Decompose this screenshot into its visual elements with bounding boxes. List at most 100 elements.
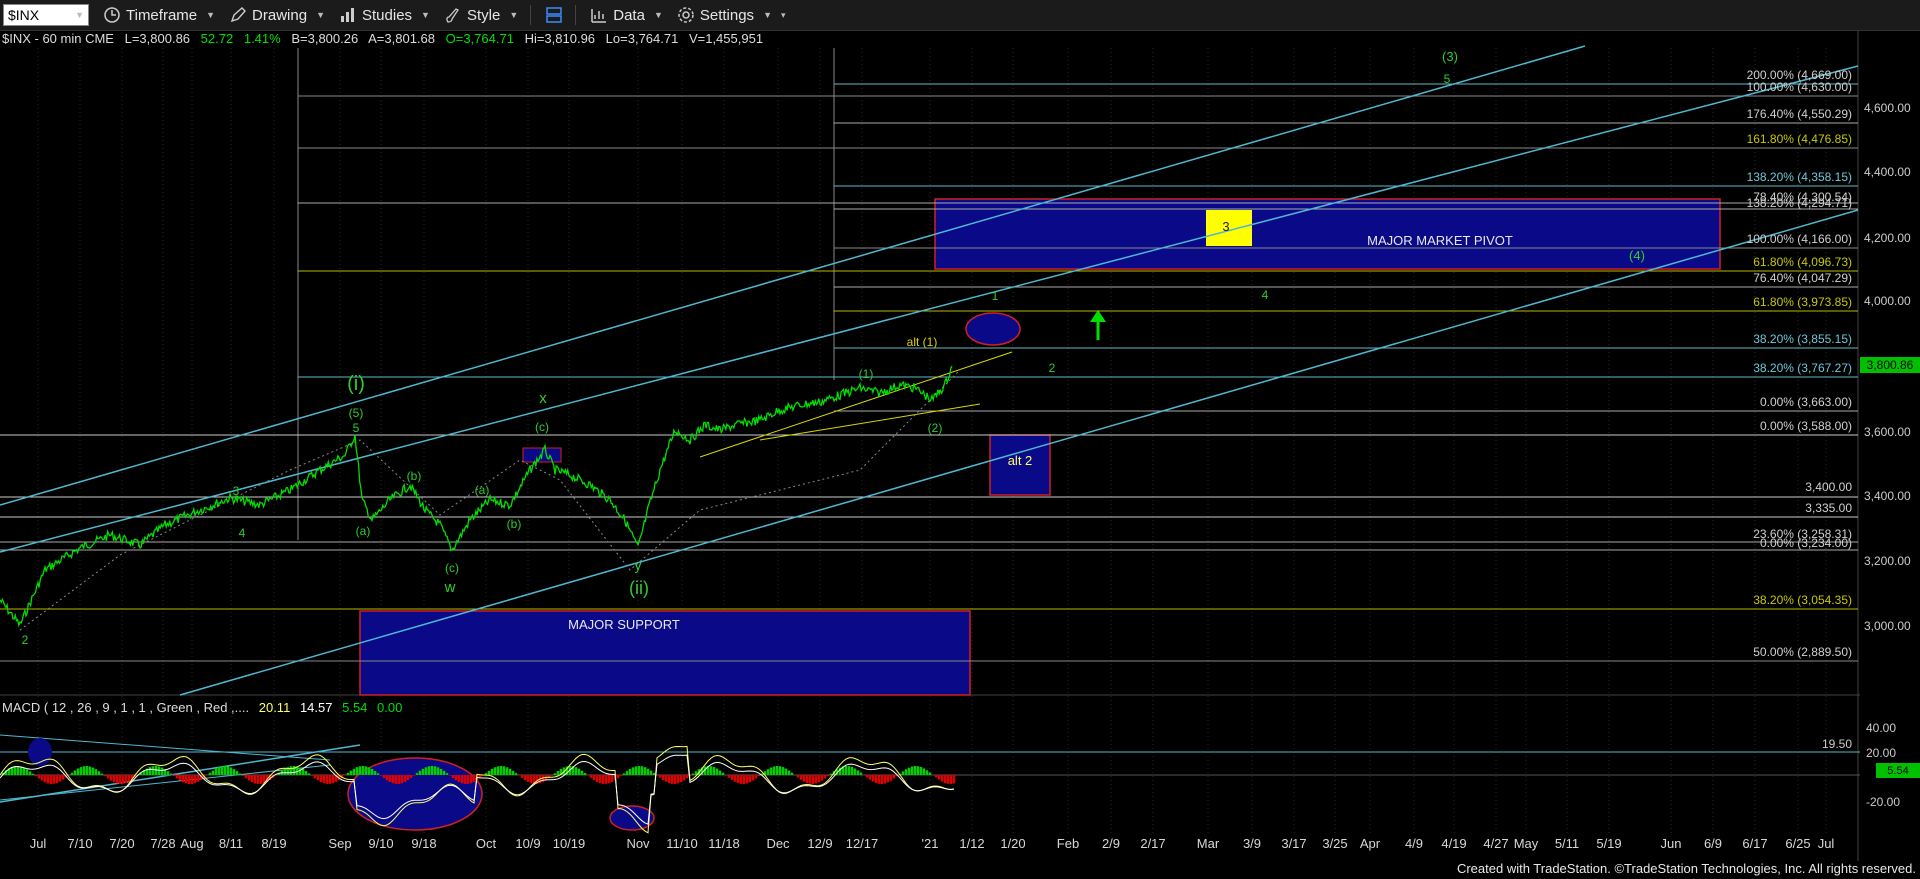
wave-label: 4 — [239, 526, 246, 540]
date-axis-label: '21 — [922, 836, 939, 851]
toolbar-divider — [530, 5, 532, 25]
date-axis-label: 12/17 — [846, 836, 879, 851]
data-menu[interactable]: Data ▼ — [590, 6, 663, 24]
date-axis-label: 1/20 — [1000, 836, 1025, 851]
drawing-menu[interactable]: Drawing ▼ — [229, 6, 325, 24]
chart-canvas[interactable]: 200.00% (4,669.00) 100.00% (4,630.00) 17… — [0, 0, 1920, 879]
info-change: 52.72 — [200, 31, 234, 46]
chevron-down-icon: ▼ — [653, 10, 663, 20]
macd-value-4: 0.00 — [377, 700, 403, 715]
wave-label: (c) — [535, 420, 549, 434]
wave-label: 1 — [992, 289, 999, 303]
wave-label: w — [444, 579, 456, 596]
fib-label: 0.00% (3,588.00) — [1760, 419, 1852, 433]
studies-icon — [341, 8, 354, 22]
date-axis-label: 3/9 — [1243, 836, 1261, 851]
date-axis-label: 11/18 — [708, 836, 740, 851]
studies-menu[interactable]: Studies ▼ — [339, 6, 430, 24]
layout-button[interactable] — [545, 6, 563, 24]
date-axis-label: Jun — [1661, 836, 1682, 851]
macd-axis-label: 40.00 — [1866, 721, 1896, 735]
date-axis: Jul 7/10 7/20 7/28 Aug 8/11 8/19 Sep 9/10 9/18 Oct… — [30, 836, 1835, 851]
fib-label: 176.40% (4,550.29) — [1747, 107, 1852, 121]
macd-info-line: MACD ( 12 , 26 , 9 , 1 , 1 , Green , Red… — [2, 700, 402, 715]
settings-label: Settings — [699, 6, 755, 24]
symbol-info-line: $INX - 60 min CME L=3,800.86 52.72 1.41%… — [2, 31, 770, 47]
timeframe-label: Timeframe — [126, 6, 198, 24]
date-axis-label: Mar — [1197, 836, 1220, 851]
date-axis-label: 6/9 — [1704, 836, 1722, 851]
date-axis-label: 5/11 — [1555, 836, 1579, 851]
macd-ellipse-2 — [609, 805, 655, 831]
wedge-lines — [699, 351, 1013, 458]
fib-label: 161.80% (4,476.85) — [1747, 132, 1852, 146]
date-axis-label: 6/25 — [1785, 836, 1810, 851]
symbol-selector[interactable]: $INX ▼ — [3, 4, 89, 26]
toolbar-divider — [575, 5, 577, 25]
date-axis-label: 9/18 — [411, 836, 436, 851]
clock-icon — [104, 7, 120, 23]
date-axis-label: 7/28 — [150, 836, 175, 851]
fib-label: 3,335.00 — [1805, 501, 1852, 515]
wave-label: 2 — [1049, 361, 1056, 375]
data-label: Data — [613, 6, 645, 24]
wave-label: (5) — [349, 406, 364, 420]
price-axis-label: 4,600.00 — [1864, 101, 1911, 115]
wave-label: alt (1) — [907, 335, 938, 349]
date-axis-label: Jul — [30, 836, 47, 851]
pencil-icon — [230, 7, 247, 23]
info-last: L=3,800.86 — [124, 31, 191, 46]
date-axis-label: 2/9 — [1102, 836, 1120, 851]
info-ask: A=3,801.68 — [368, 31, 435, 46]
info-pct: 1.41% — [243, 31, 281, 46]
fib-label: 50.00% (2,889.50) — [1753, 645, 1852, 659]
date-axis-label: 10/19 — [553, 836, 586, 851]
wave-label: (b) — [407, 469, 422, 483]
macd-level-label: 19.50 — [1822, 737, 1852, 751]
date-axis-label: 3/25 — [1322, 836, 1347, 851]
wave-label: (4) — [1629, 248, 1645, 263]
date-axis-label: 7/20 — [109, 836, 134, 851]
fib-label: 3,400.00 — [1805, 480, 1852, 494]
macd-title: MACD ( 12 , 26 , 9 , 1 , 1 , Green , Red… — [2, 700, 250, 715]
chevron-down-icon: ▼ — [509, 10, 519, 20]
wave-label: 3 — [233, 484, 240, 498]
timeframe-menu[interactable]: Timeframe ▼ — [103, 6, 215, 24]
price-axis-label: 3,000.00 — [1864, 619, 1911, 633]
date-axis-label: Sep — [328, 836, 351, 851]
settings-menu[interactable]: Settings ▼ ▾ — [677, 6, 786, 24]
fib-label: 38.20% (3,855.15) — [1753, 332, 1852, 346]
fib-label: 61.80% (4,096.73) — [1753, 255, 1852, 269]
info-bid: B=3,800.26 — [291, 31, 359, 46]
chevron-down-icon: ▼ — [316, 10, 325, 20]
date-axis-label: 3/17 — [1281, 836, 1306, 851]
alt2-label: alt 2 — [1008, 453, 1033, 468]
date-axis-label: Aug — [180, 836, 203, 851]
data-icon — [591, 9, 607, 23]
symbol-value: $INX — [8, 7, 40, 23]
pivot-label: MAJOR MARKET PIVOT — [1367, 233, 1513, 248]
date-axis-label: 4/19 — [1441, 836, 1466, 851]
date-axis-label: 6/17 — [1742, 836, 1767, 851]
date-axis-label: 8/19 — [261, 836, 286, 851]
style-menu[interactable]: Style ▼ — [444, 6, 518, 24]
macd-value-3: 5.54 — [342, 700, 368, 715]
fib-label: 61.80% (3,973.85) — [1753, 295, 1852, 309]
wave-label: (2) — [928, 421, 943, 435]
fib-label: 0.00% (3,234.00) — [1760, 536, 1852, 550]
info-symbol: $INX - 60 min CME — [2, 31, 114, 46]
last-price-badge: 3,800.86 — [1860, 357, 1920, 373]
wave-label: (1) — [859, 367, 874, 381]
date-axis-label: 2/17 — [1140, 836, 1165, 851]
wave-label: (b) — [507, 517, 522, 531]
box3-label: 3 — [1222, 219, 1229, 234]
wave-label: y — [635, 557, 642, 573]
date-axis-label: 7/10 — [67, 836, 92, 851]
fib-label-group: 200.00% (4,669.00) 100.00% (4,630.00) 17… — [1747, 68, 1853, 659]
price-axis-label: 3,200.00 — [1864, 554, 1911, 568]
wave-label: (ii) — [629, 578, 649, 598]
date-axis-label: Feb — [1057, 836, 1079, 851]
date-axis-label: Dec — [766, 836, 790, 851]
date-axis-label: Jul — [1818, 836, 1835, 851]
price-axis-label: 4,400.00 — [1864, 165, 1911, 179]
